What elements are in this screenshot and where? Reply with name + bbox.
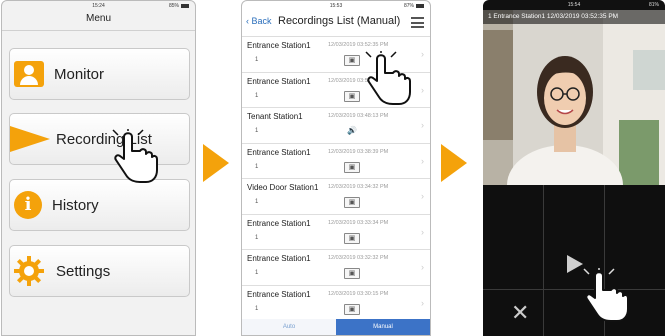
battery-indicator: 87% <box>404 1 424 11</box>
video-icon: ▣ <box>344 232 360 244</box>
video-frame <box>483 10 665 185</box>
playback-controls: ✕ <box>483 185 665 336</box>
tap-hand-icon <box>365 51 411 105</box>
list-item[interactable]: Tenant Station1 1 12/03/2019 03:48:13 PM… <box>242 108 430 144</box>
history-label: History <box>52 196 99 214</box>
station-name: Entrance Station1 <box>247 147 311 157</box>
back-button[interactable]: ‹ Back <box>246 16 272 26</box>
back-label: Back <box>251 16 272 26</box>
settings-label: Settings <box>56 262 111 280</box>
tap-hand-icon <box>112 129 158 183</box>
menu-title: Menu <box>2 11 195 31</box>
chevron-right-icon: › <box>421 155 424 166</box>
recordings-list-screen: 15:53 87% ‹ Back Recordings List (Manual… <box>241 0 431 336</box>
video-icon: ▣ <box>344 55 360 66</box>
mode-tabs: Auto Manual <box>242 319 430 335</box>
station-number: 1 <box>255 305 259 312</box>
status-time: 15:24 <box>92 3 105 9</box>
visitor-video-image <box>483 10 665 185</box>
station-number: 1 <box>255 234 259 241</box>
timestamp: 12/03/2019 03:33:34 PM <box>328 219 389 226</box>
tap-hand-icon <box>583 268 629 322</box>
video-icon: ▣ <box>344 303 360 315</box>
timestamp: 12/03/2019 03:32:32 PM <box>328 255 389 261</box>
station-name: Video Door Station1 <box>247 183 319 192</box>
status-time: 15:53 <box>329 3 343 9</box>
station-number: 1 <box>255 128 259 134</box>
hamburger-menu-icon[interactable] <box>411 17 424 28</box>
tab-manual[interactable]: Manual <box>336 319 430 335</box>
timestamp: 12/03/2019 03:34:32 PM <box>328 184 389 190</box>
menu-screen: 15:24 85% Menu Monitor Recording List i … <box>1 0 196 336</box>
close-button[interactable]: ✕ <box>511 302 529 324</box>
flow-arrow-1 <box>203 144 229 182</box>
station-name: Entrance Station1 <box>247 218 311 228</box>
recording-list-button[interactable]: Recording List <box>9 113 190 165</box>
chevron-right-icon: › <box>421 191 424 201</box>
chevron-right-icon: › <box>421 297 424 308</box>
timestamp: 12/03/2019 03:48:13 PM <box>328 113 389 119</box>
list-item[interactable]: Video Door Station1 1 12/03/2019 03:34:3… <box>242 179 430 215</box>
list-item[interactable]: Entrance Station1 1 12/03/2019 03:30:15 … <box>242 286 430 321</box>
chevron-right-icon: › <box>421 262 424 272</box>
chevron-right-icon: › <box>421 49 424 59</box>
list-item[interactable]: Entrance Station1 1 12/03/2019 03:38:39 … <box>242 144 430 179</box>
status-bar: 15:53 87% <box>242 1 430 11</box>
list-item[interactable]: Entrance Station1 1 12/03/2019 03:32:32 … <box>242 250 430 286</box>
timestamp: 12/03/2019 03:52:35 PM <box>328 42 389 48</box>
video-icon: ▣ <box>344 90 360 102</box>
station-name: Entrance Station1 <box>247 289 311 299</box>
station-number: 1 <box>255 92 259 99</box>
monitor-person-icon <box>14 61 44 87</box>
video-icon: ▣ <box>344 197 360 208</box>
timestamp: 12/03/2019 03:30:15 PM <box>328 290 389 297</box>
nav-bar: ‹ Back Recordings List (Manual) <box>242 11 430 37</box>
status-bar: 15:54 81% <box>483 0 665 10</box>
station-number: 1 <box>255 199 259 205</box>
chevron-right-icon: › <box>421 226 424 237</box>
status-time: 15:54 <box>567 2 581 8</box>
speaker-icon: 🔊 <box>347 126 357 135</box>
divider <box>483 289 665 290</box>
gear-icon <box>14 256 44 286</box>
recording-info-banner: 1 Entrance Station1 12/03/2019 03:52:35 … <box>483 10 665 24</box>
divider <box>543 185 544 336</box>
station-name: Tenant Station1 <box>247 112 303 121</box>
flow-arrow-2 <box>441 144 467 182</box>
station-number: 1 <box>255 57 259 63</box>
playback-screen: 15:54 81% 1 Entrance Station1 12/03/2019… <box>483 0 665 336</box>
station-name: Entrance Station1 <box>247 254 311 263</box>
settings-button[interactable]: Settings <box>9 245 190 297</box>
station-number: 1 <box>255 163 259 170</box>
play-arrow-icon <box>10 126 50 152</box>
video-icon: ▣ <box>344 268 360 279</box>
page-title: Recordings List (Manual) <box>278 15 401 27</box>
video-icon: ▣ <box>344 161 360 173</box>
station-number: 1 <box>255 270 259 276</box>
tab-auto[interactable]: Auto <box>242 319 336 335</box>
history-button[interactable]: i History <box>9 179 190 231</box>
battery-indicator: 81% <box>648 2 659 8</box>
battery-indicator: 85% <box>169 1 189 11</box>
list-item[interactable]: Entrance Station1 1 12/03/2019 03:33:34 … <box>242 215 430 250</box>
monitor-label: Monitor <box>54 65 105 83</box>
chevron-right-icon: › <box>421 120 424 130</box>
monitor-button[interactable]: Monitor <box>9 48 190 100</box>
station-name: Entrance Station1 <box>247 76 311 86</box>
status-bar: 15:24 85% <box>2 1 195 11</box>
info-icon: i <box>14 191 42 219</box>
station-name: Entrance Station1 <box>247 41 311 50</box>
chevron-right-icon: › <box>421 84 424 95</box>
timestamp: 12/03/2019 03:38:39 PM <box>328 148 389 155</box>
